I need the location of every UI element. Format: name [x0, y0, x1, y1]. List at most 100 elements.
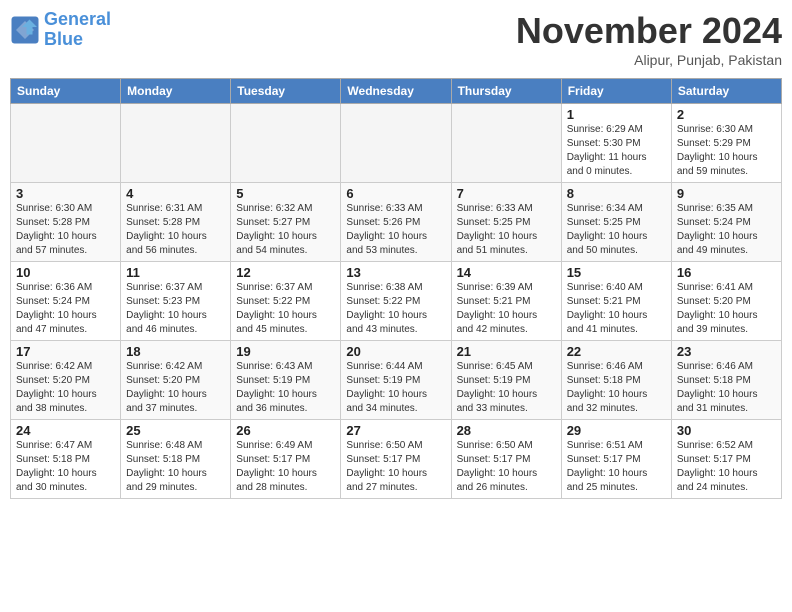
day-number: 4: [126, 186, 225, 201]
day-detail: Sunrise: 6:41 AM Sunset: 5:20 PM Dayligh…: [677, 281, 776, 337]
page: General Blue November 2024 Alipur, Punja…: [0, 0, 792, 612]
day-detail: Sunrise: 6:47 AM Sunset: 5:18 PM Dayligh…: [16, 439, 115, 495]
day-number: 25: [126, 423, 225, 438]
day-detail: Sunrise: 6:52 AM Sunset: 5:17 PM Dayligh…: [677, 439, 776, 495]
weekday-header-row: SundayMondayTuesdayWednesdayThursdayFrid…: [11, 79, 782, 104]
calendar-cell: 18Sunrise: 6:42 AM Sunset: 5:20 PM Dayli…: [121, 341, 231, 420]
calendar-cell: 1Sunrise: 6:29 AM Sunset: 5:30 PM Daylig…: [561, 104, 671, 183]
calendar-cell: [451, 104, 561, 183]
day-detail: Sunrise: 6:37 AM Sunset: 5:23 PM Dayligh…: [126, 281, 225, 337]
day-number: 9: [677, 186, 776, 201]
calendar-cell: 30Sunrise: 6:52 AM Sunset: 5:17 PM Dayli…: [671, 420, 781, 499]
day-detail: Sunrise: 6:50 AM Sunset: 5:17 PM Dayligh…: [346, 439, 445, 495]
calendar-cell: 26Sunrise: 6:49 AM Sunset: 5:17 PM Dayli…: [231, 420, 341, 499]
calendar-cell: 20Sunrise: 6:44 AM Sunset: 5:19 PM Dayli…: [341, 341, 451, 420]
day-detail: Sunrise: 6:43 AM Sunset: 5:19 PM Dayligh…: [236, 360, 335, 416]
day-number: 28: [457, 423, 556, 438]
month-title: November 2024: [516, 10, 782, 52]
day-number: 29: [567, 423, 666, 438]
location: Alipur, Punjab, Pakistan: [516, 52, 782, 68]
calendar-cell: 25Sunrise: 6:48 AM Sunset: 5:18 PM Dayli…: [121, 420, 231, 499]
logo-icon: [10, 15, 40, 45]
day-detail: Sunrise: 6:45 AM Sunset: 5:19 PM Dayligh…: [457, 360, 556, 416]
calendar-cell: 12Sunrise: 6:37 AM Sunset: 5:22 PM Dayli…: [231, 262, 341, 341]
day-detail: Sunrise: 6:34 AM Sunset: 5:25 PM Dayligh…: [567, 202, 666, 258]
day-number: 13: [346, 265, 445, 280]
calendar-cell: 5Sunrise: 6:32 AM Sunset: 5:27 PM Daylig…: [231, 183, 341, 262]
day-number: 2: [677, 107, 776, 122]
calendar-cell: 2Sunrise: 6:30 AM Sunset: 5:29 PM Daylig…: [671, 104, 781, 183]
title-block: November 2024 Alipur, Punjab, Pakistan: [516, 10, 782, 68]
calendar-cell: 17Sunrise: 6:42 AM Sunset: 5:20 PM Dayli…: [11, 341, 121, 420]
day-number: 1: [567, 107, 666, 122]
calendar-cell: 10Sunrise: 6:36 AM Sunset: 5:24 PM Dayli…: [11, 262, 121, 341]
day-detail: Sunrise: 6:29 AM Sunset: 5:30 PM Dayligh…: [567, 123, 666, 179]
day-number: 27: [346, 423, 445, 438]
calendar-cell: [11, 104, 121, 183]
calendar-cell: 4Sunrise: 6:31 AM Sunset: 5:28 PM Daylig…: [121, 183, 231, 262]
weekday-header-sunday: Sunday: [11, 79, 121, 104]
day-number: 15: [567, 265, 666, 280]
header: General Blue November 2024 Alipur, Punja…: [10, 10, 782, 68]
calendar-cell: 8Sunrise: 6:34 AM Sunset: 5:25 PM Daylig…: [561, 183, 671, 262]
day-number: 16: [677, 265, 776, 280]
day-detail: Sunrise: 6:38 AM Sunset: 5:22 PM Dayligh…: [346, 281, 445, 337]
calendar-cell: 24Sunrise: 6:47 AM Sunset: 5:18 PM Dayli…: [11, 420, 121, 499]
day-number: 20: [346, 344, 445, 359]
day-number: 14: [457, 265, 556, 280]
day-detail: Sunrise: 6:31 AM Sunset: 5:28 PM Dayligh…: [126, 202, 225, 258]
day-detail: Sunrise: 6:48 AM Sunset: 5:18 PM Dayligh…: [126, 439, 225, 495]
calendar-cell: 28Sunrise: 6:50 AM Sunset: 5:17 PM Dayli…: [451, 420, 561, 499]
day-detail: Sunrise: 6:50 AM Sunset: 5:17 PM Dayligh…: [457, 439, 556, 495]
day-number: 26: [236, 423, 335, 438]
logo-text: General Blue: [44, 10, 111, 50]
weekday-header-saturday: Saturday: [671, 79, 781, 104]
day-detail: Sunrise: 6:42 AM Sunset: 5:20 PM Dayligh…: [16, 360, 115, 416]
calendar-cell: 16Sunrise: 6:41 AM Sunset: 5:20 PM Dayli…: [671, 262, 781, 341]
calendar-cell: 11Sunrise: 6:37 AM Sunset: 5:23 PM Dayli…: [121, 262, 231, 341]
calendar-cell: 15Sunrise: 6:40 AM Sunset: 5:21 PM Dayli…: [561, 262, 671, 341]
calendar-cell: 19Sunrise: 6:43 AM Sunset: 5:19 PM Dayli…: [231, 341, 341, 420]
calendar-cell: 21Sunrise: 6:45 AM Sunset: 5:19 PM Dayli…: [451, 341, 561, 420]
day-number: 7: [457, 186, 556, 201]
day-number: 21: [457, 344, 556, 359]
calendar-cell: [231, 104, 341, 183]
day-number: 8: [567, 186, 666, 201]
weekday-header-wednesday: Wednesday: [341, 79, 451, 104]
day-detail: Sunrise: 6:51 AM Sunset: 5:17 PM Dayligh…: [567, 439, 666, 495]
day-detail: Sunrise: 6:35 AM Sunset: 5:24 PM Dayligh…: [677, 202, 776, 258]
day-detail: Sunrise: 6:49 AM Sunset: 5:17 PM Dayligh…: [236, 439, 335, 495]
calendar-cell: 3Sunrise: 6:30 AM Sunset: 5:28 PM Daylig…: [11, 183, 121, 262]
day-number: 6: [346, 186, 445, 201]
day-detail: Sunrise: 6:46 AM Sunset: 5:18 PM Dayligh…: [677, 360, 776, 416]
day-detail: Sunrise: 6:33 AM Sunset: 5:26 PM Dayligh…: [346, 202, 445, 258]
calendar-cell: 29Sunrise: 6:51 AM Sunset: 5:17 PM Dayli…: [561, 420, 671, 499]
day-detail: Sunrise: 6:32 AM Sunset: 5:27 PM Dayligh…: [236, 202, 335, 258]
calendar-cell: 13Sunrise: 6:38 AM Sunset: 5:22 PM Dayli…: [341, 262, 451, 341]
day-number: 5: [236, 186, 335, 201]
day-detail: Sunrise: 6:42 AM Sunset: 5:20 PM Dayligh…: [126, 360, 225, 416]
weekday-header-friday: Friday: [561, 79, 671, 104]
day-detail: Sunrise: 6:33 AM Sunset: 5:25 PM Dayligh…: [457, 202, 556, 258]
logo: General Blue: [10, 10, 111, 50]
day-detail: Sunrise: 6:40 AM Sunset: 5:21 PM Dayligh…: [567, 281, 666, 337]
logo-general: General: [44, 9, 111, 29]
day-number: 22: [567, 344, 666, 359]
calendar-cell: 27Sunrise: 6:50 AM Sunset: 5:17 PM Dayli…: [341, 420, 451, 499]
day-number: 17: [16, 344, 115, 359]
day-number: 19: [236, 344, 335, 359]
day-number: 18: [126, 344, 225, 359]
day-number: 23: [677, 344, 776, 359]
day-number: 24: [16, 423, 115, 438]
logo-blue: Blue: [44, 29, 83, 49]
calendar: SundayMondayTuesdayWednesdayThursdayFrid…: [10, 78, 782, 499]
day-detail: Sunrise: 6:39 AM Sunset: 5:21 PM Dayligh…: [457, 281, 556, 337]
week-row-4: 17Sunrise: 6:42 AM Sunset: 5:20 PM Dayli…: [11, 341, 782, 420]
calendar-cell: 23Sunrise: 6:46 AM Sunset: 5:18 PM Dayli…: [671, 341, 781, 420]
calendar-cell: 7Sunrise: 6:33 AM Sunset: 5:25 PM Daylig…: [451, 183, 561, 262]
day-detail: Sunrise: 6:46 AM Sunset: 5:18 PM Dayligh…: [567, 360, 666, 416]
day-detail: Sunrise: 6:30 AM Sunset: 5:28 PM Dayligh…: [16, 202, 115, 258]
day-detail: Sunrise: 6:30 AM Sunset: 5:29 PM Dayligh…: [677, 123, 776, 179]
day-number: 3: [16, 186, 115, 201]
week-row-1: 1Sunrise: 6:29 AM Sunset: 5:30 PM Daylig…: [11, 104, 782, 183]
